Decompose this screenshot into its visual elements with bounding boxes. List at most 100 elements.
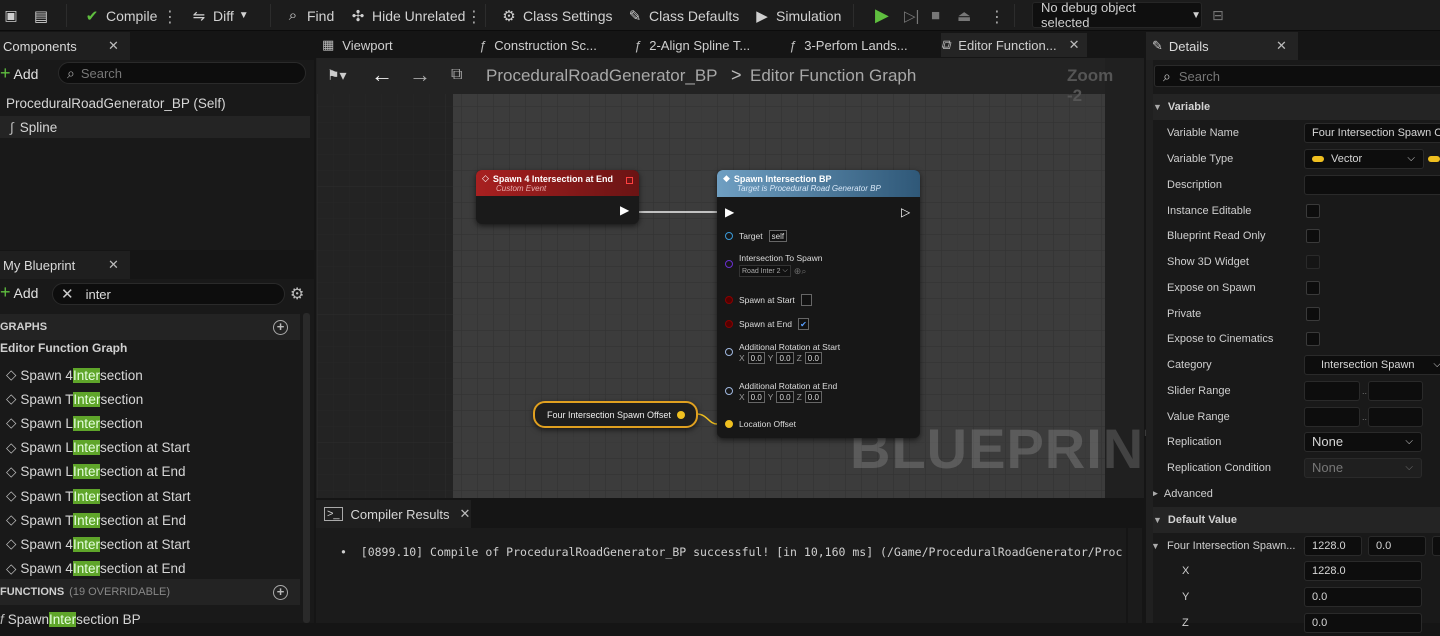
private-checkbox[interactable]	[1306, 306, 1320, 321]
variable-section-header[interactable]: ▼ Variable	[1146, 94, 1440, 120]
graphs-header[interactable]: GRAPHS +	[0, 314, 300, 340]
default-value-section-header[interactable]: ▼ Default Value	[1146, 507, 1440, 533]
scrollbar[interactable]	[1128, 528, 1142, 623]
components-search-input[interactable]: ⌕ Search	[58, 62, 306, 84]
spawn-intersection-node[interactable]: ◆ Spawn Intersection BP Target is Procedu…	[717, 170, 920, 438]
close-icon[interactable]: ✕	[460, 506, 471, 522]
graph-event-item[interactable]: ◇ Spawn 4 Inter section	[0, 363, 143, 387]
y-input[interactable]: 0.0	[1304, 586, 1422, 607]
spawn-start-checkbox[interactable]	[800, 294, 812, 306]
exec-in-pin-icon[interactable]: ▶	[725, 205, 734, 219]
replication-condition-select[interactable]: None ⌵	[1304, 457, 1422, 478]
expose-on-spawn-checkbox[interactable]	[1306, 280, 1320, 295]
slider-range-min[interactable]	[1304, 380, 1360, 401]
eject-icon[interactable]: ⏏	[957, 0, 971, 31]
save-icon[interactable]: ▣	[2, 0, 25, 31]
delegate-pin-icon[interactable]	[626, 177, 633, 184]
step-icon[interactable]: ▷|	[904, 0, 919, 31]
graph-event-item[interactable]: ◇ Spawn 4 Inter section at End	[0, 557, 186, 581]
clear-search-icon[interactable]: ✕	[61, 285, 74, 303]
vector-pin-icon[interactable]	[676, 410, 685, 419]
tab-1[interactable]: ▦ Viewport	[322, 33, 393, 57]
close-icon[interactable]: ✕	[108, 257, 119, 273]
component-spline[interactable]: ∫ Spline	[0, 116, 310, 138]
close-icon[interactable]: ✕	[1069, 37, 1080, 53]
rotation-start-z[interactable]: 0.0	[804, 352, 822, 364]
tab-3[interactable]: ƒ 2-Align Spline T...	[634, 33, 750, 57]
tab-5[interactable]: ⧉ Editor Function... ✕	[941, 33, 1088, 57]
scrollbar[interactable]	[303, 313, 310, 623]
rotation-start-y[interactable]: 0.0	[776, 352, 794, 364]
forward-arrow-icon[interactable]: →	[409, 62, 431, 88]
debug-object-select[interactable]: No debug object selected ▼	[1032, 0, 1202, 30]
tab-2[interactable]: ƒ Construction Sc...	[479, 33, 597, 57]
graph-event-item[interactable]: ◇ Spawn T Inter section	[0, 387, 143, 411]
target-pin[interactable]: Target self	[725, 230, 790, 242]
compile-button[interactable]: ✔ Compile	[83, 0, 158, 31]
spawn-start-pin[interactable]: Spawn at Start	[725, 294, 815, 306]
exec-out-pin-icon[interactable]: ▷	[901, 205, 910, 219]
rotation-start-x[interactable]: 0.0	[747, 352, 765, 364]
component-root[interactable]: ProceduralRoadGenerator_BP (Self)	[6, 96, 226, 111]
graph-canvas[interactable]: ⚑▾ ← → ⧉ ProceduralRoadGenerator_BP > Ed…	[317, 58, 1178, 498]
x-input[interactable]: 1228.0	[1304, 560, 1422, 581]
show-3d-widget-checkbox[interactable]	[1306, 254, 1320, 269]
stop-icon[interactable]: ■	[931, 0, 940, 31]
value-range-max[interactable]	[1368, 406, 1423, 427]
variable-get-node[interactable]: Four Intersection Spawn Offset	[533, 401, 698, 428]
close-icon[interactable]: ✕	[1276, 38, 1287, 54]
bookmark-icon[interactable]: ⚑▾	[327, 67, 347, 84]
close-icon[interactable]: ✕	[108, 38, 119, 54]
intersection-select[interactable]: Road Inter 2 ⌵	[739, 265, 791, 277]
location-offset-pin[interactable]: Location Offset	[725, 419, 796, 429]
browse-icon[interactable]: ⊕⌕	[794, 266, 807, 277]
add-graph-icon[interactable]: +	[273, 319, 288, 335]
hide-unrelated-button[interactable]: ✣ Hide Unrelated	[349, 0, 466, 31]
variable-name-input[interactable]: Four Intersection Spawn Off	[1304, 122, 1440, 143]
graph-event-item[interactable]: ◇ Spawn L Inter section at Start	[0, 436, 190, 460]
compile-options-icon[interactable]: ⋮	[162, 7, 178, 27]
graph-event-item[interactable]: ◇ Spawn L Inter section	[0, 411, 143, 435]
description-input[interactable]	[1304, 174, 1440, 195]
container-type-icon[interactable]	[1428, 156, 1440, 162]
add-function-icon[interactable]: +	[273, 584, 288, 600]
hide-options-icon[interactable]: ⋮	[466, 7, 482, 27]
spawn-end-checkbox[interactable]: ✔	[797, 318, 809, 330]
browse-icon[interactable]: ▤	[32, 0, 55, 31]
rotation-end-x[interactable]: 0.0	[747, 391, 765, 403]
rotation-end-y[interactable]: 0.0	[776, 391, 794, 403]
graph-event-item[interactable]: ◇ Spawn T Inter section at End	[0, 508, 186, 532]
default-z-input[interactable]	[1432, 535, 1440, 556]
add-component-button[interactable]: + Add	[0, 63, 38, 84]
value-range-min[interactable]	[1304, 406, 1360, 427]
graph-event-item[interactable]: ◇ Spawn L Inter section at End	[0, 460, 186, 484]
functions-header[interactable]: FUNCTIONS (19 OVERRIDABLE) +	[0, 579, 300, 605]
details-tab[interactable]: ✎ Details ✕	[1146, 32, 1298, 60]
add-member-button[interactable]: + Add	[0, 282, 38, 303]
my-blueprint-search-input[interactable]: ✕ inter	[52, 283, 285, 305]
expose-cinematics-checkbox[interactable]	[1306, 331, 1320, 346]
gear-icon[interactable]: ⚙	[290, 284, 304, 304]
category-select[interactable]: Intersection Spawn ⌵	[1304, 354, 1440, 375]
components-tab[interactable]: Components ✕	[0, 32, 130, 60]
slider-range-max[interactable]	[1368, 380, 1423, 401]
custom-event-node[interactable]: ◇ Spawn 4 Intersection at End Custom Even…	[476, 170, 639, 224]
intersection-pin[interactable]: Intersection To Spawn Road Inter 2 ⌵ ⊕⌕	[725, 253, 822, 277]
function-item[interactable]: f Spawn Inter section BP	[0, 607, 141, 631]
default-x-input[interactable]: 1228.0	[1304, 535, 1362, 556]
graph-event-item[interactable]: ◇ Spawn T Inter section at Start	[0, 484, 190, 508]
graph-event-item[interactable]: ◇ Spawn 4 Inter section at Start	[0, 532, 190, 556]
blueprint-read-only-checkbox[interactable]	[1306, 228, 1320, 243]
details-search-input[interactable]: ⌕ Search	[1154, 65, 1440, 87]
compiler-results-tab[interactable]: >_ Compiler Results ✕	[316, 500, 471, 528]
tab-4[interactable]: ƒ 3-Perfom Lands...	[789, 33, 908, 57]
debug-filter-icon[interactable]: ⊟	[1212, 0, 1224, 31]
advanced-row[interactable]: ▶ Advanced	[1146, 481, 1440, 507]
rotation-end-pin[interactable]: Additional Rotation at End X 0.0 Y 0.0 Z 0.…	[725, 381, 837, 403]
back-arrow-icon[interactable]: ←	[371, 62, 393, 88]
compiler-message[interactable]: • [0899.10] Compile of ProceduralRoadGen…	[340, 545, 1126, 559]
class-settings-button[interactable]: ⚙ Class Settings	[500, 0, 612, 31]
my-blueprint-tab[interactable]: My Blueprint ✕	[0, 251, 130, 279]
variable-type-select[interactable]: Vector ⌵	[1304, 148, 1424, 169]
rotation-end-z[interactable]: 0.0	[804, 391, 822, 403]
